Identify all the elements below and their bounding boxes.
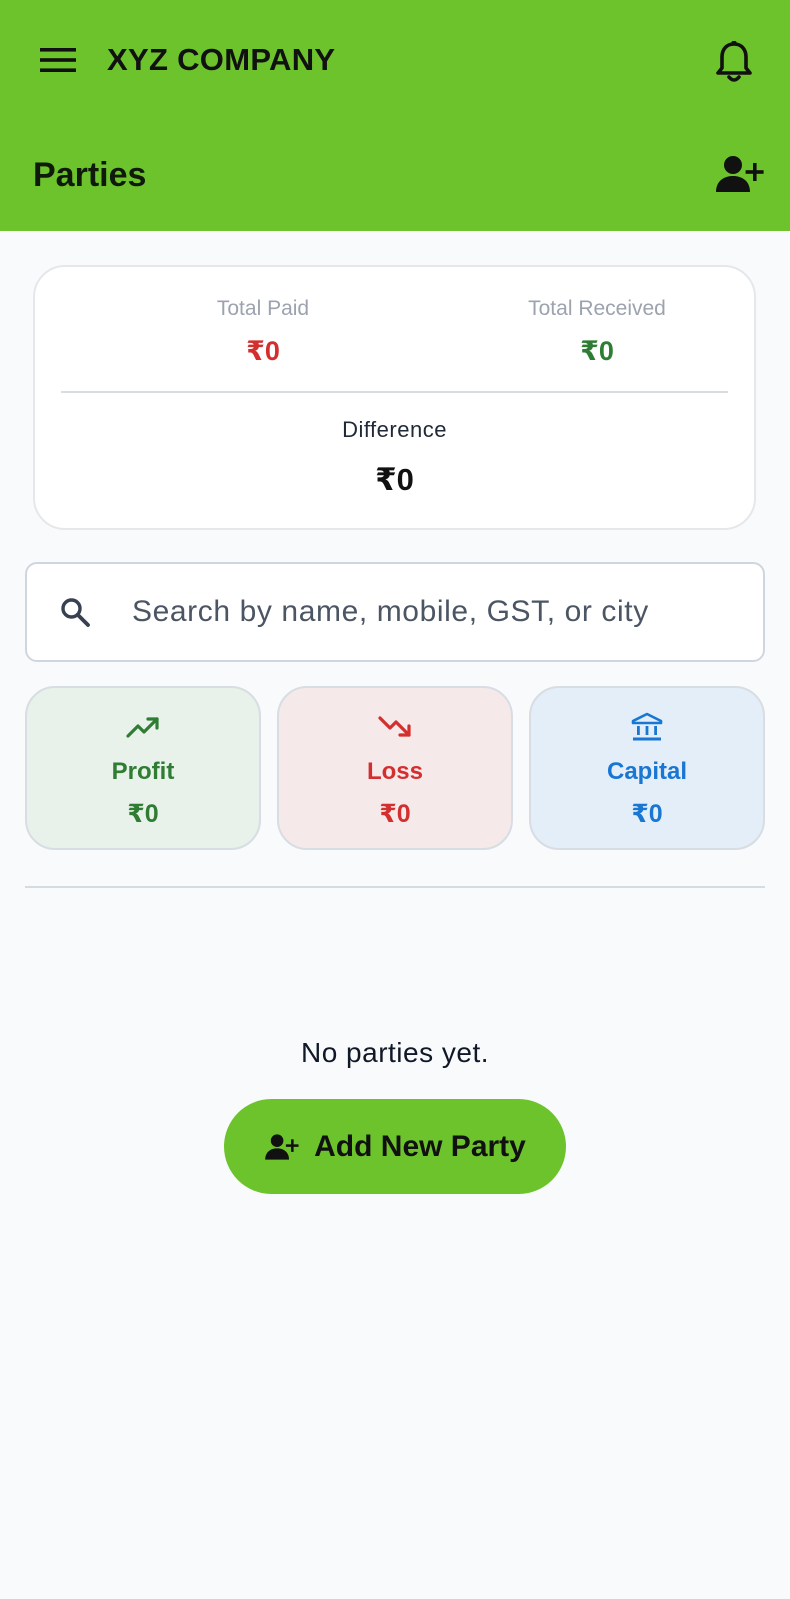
profit-card[interactable]: Profit ₹0 — [25, 686, 261, 850]
menu-button[interactable] — [34, 40, 82, 80]
total-paid-label: Total Paid — [216, 297, 310, 320]
summary-divider — [61, 391, 728, 393]
search-icon — [57, 594, 93, 630]
total-paid-value: ₹0 — [246, 336, 280, 366]
search-input[interactable] — [132, 584, 742, 640]
section-divider — [25, 886, 765, 888]
loss-label: Loss — [366, 758, 423, 785]
total-paid: Total Paid ₹0 — [113, 295, 413, 367]
total-received-value: ₹0 — [580, 336, 614, 366]
company-name: XYZ COMPANY — [107, 42, 336, 77]
profit-value: ₹0 — [127, 800, 159, 828]
loss-value: ₹0 — [379, 800, 411, 828]
profit-label: Profit — [111, 758, 175, 785]
trending-up-icon — [27, 710, 259, 744]
add-new-party-button[interactable]: Add New Party — [224, 1099, 566, 1194]
add-new-party-label: Add New Party — [314, 1129, 526, 1163]
notifications-button[interactable] — [710, 38, 758, 86]
page-title: Parties — [33, 156, 147, 194]
capital-card[interactable]: Capital ₹0 — [529, 686, 765, 850]
total-received-label: Total Received — [528, 297, 666, 320]
capital-value: ₹0 — [631, 800, 663, 828]
bank-icon — [531, 710, 763, 744]
trending-down-icon — [279, 710, 511, 744]
difference-value: ₹0 — [375, 462, 414, 497]
app-bar: XYZ COMPANY Parties — [0, 0, 790, 231]
bell-icon — [716, 41, 752, 82]
total-received: Total Received ₹0 — [447, 295, 747, 367]
add-party-header-button[interactable] — [714, 150, 766, 198]
summary-card: Total Paid ₹0 Total Received ₹0 Differen… — [33, 265, 756, 530]
empty-state-message: No parties yet. — [300, 1037, 490, 1068]
capital-label: Capital — [606, 758, 687, 785]
difference-label: Difference — [342, 417, 447, 442]
add-user-icon — [716, 156, 764, 192]
search-box[interactable] — [25, 562, 765, 662]
add-user-icon — [265, 1133, 299, 1160]
menu-icon — [40, 48, 76, 72]
loss-card[interactable]: Loss ₹0 — [277, 686, 513, 850]
